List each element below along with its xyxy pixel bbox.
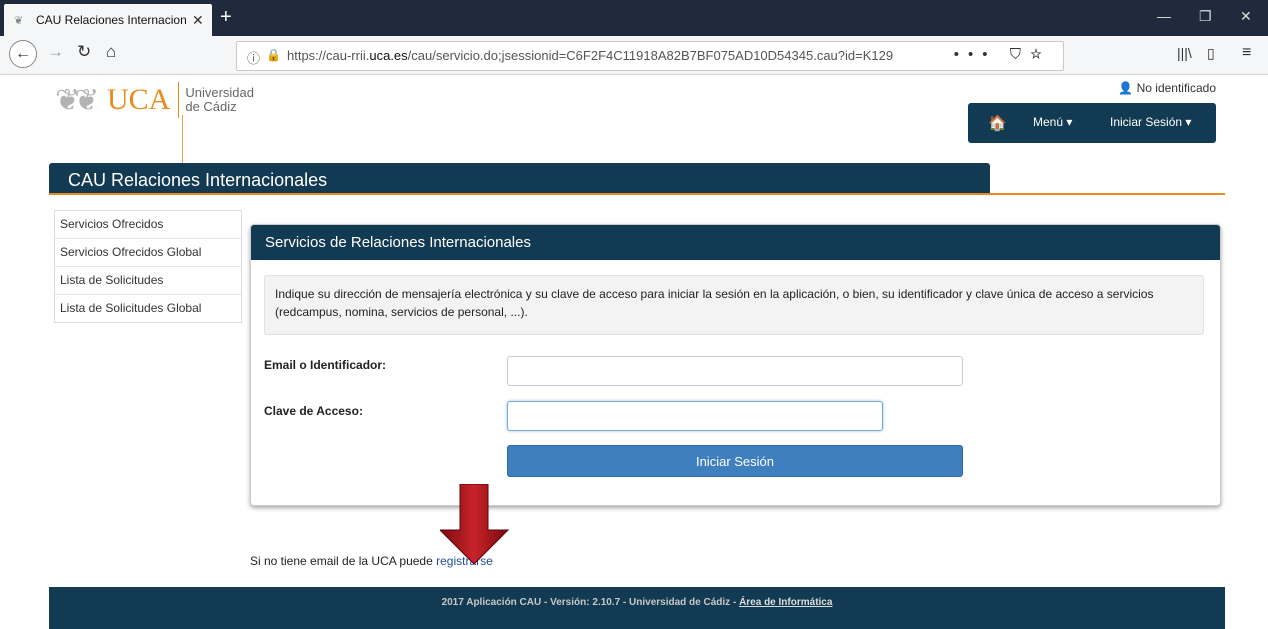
logo-separator	[178, 82, 180, 118]
restore-icon[interactable]: ❐	[1199, 8, 1212, 25]
sidebar-menu: Servicios Ofrecidos Servicios Ofrecidos …	[54, 210, 242, 323]
uca-emblem-icon: ❦❦	[55, 83, 99, 117]
library-icon[interactable]: |||\	[1177, 45, 1192, 61]
info-icon[interactable]: ⓘ	[247, 48, 260, 67]
sidebar-item-lista-solicitudes-global[interactable]: Lista de Solicitudes Global	[55, 295, 241, 322]
panel-title: Servicios de Relaciones Internacionales	[251, 225, 1220, 260]
logo-text: UCA	[107, 83, 171, 116]
home-nav-icon[interactable]: 🏠	[988, 114, 1007, 132]
user-icon: 👤	[1118, 81, 1134, 95]
back-icon[interactable]: ←	[9, 40, 37, 68]
uca-logo-icon: ❦	[14, 14, 24, 27]
email-field[interactable]	[507, 356, 963, 386]
menu-dropdown[interactable]: Menú ▾	[1033, 115, 1072, 129]
close-tab-icon[interactable]: ✕	[192, 12, 204, 29]
hamburger-menu-icon[interactable]: ≡	[1242, 44, 1251, 62]
browser-tab-bar: ❦ CAU Relaciones Internacionales ✕ + — ❐…	[0, 0, 1268, 36]
password-label: Clave de Acceso:	[264, 404, 363, 418]
bookmark-star-icon[interactable]: ☆	[1030, 46, 1051, 63]
login-dropdown[interactable]: Iniciar Sesión ▾	[1110, 115, 1191, 129]
url-bar[interactable]: ⓘ 🔒 https://cau-rrii.uca.es/cau/servicio…	[236, 41, 1064, 71]
banner-underline	[49, 193, 1225, 195]
email-label: Email o Identificador:	[264, 358, 387, 372]
sidebar-item-servicios-ofrecidos[interactable]: Servicios Ofrecidos	[55, 211, 241, 239]
close-window-icon[interactable]: ✕	[1240, 8, 1252, 25]
university-name: Universidad de Cádiz	[185, 85, 254, 114]
reload-icon[interactable]: ↻	[77, 42, 91, 62]
password-field[interactable]	[507, 401, 883, 431]
sidebar-item-servicios-ofrecidos-global[interactable]: Servicios Ofrecidos Global	[55, 239, 241, 267]
sidebar-item-lista-solicitudes[interactable]: Lista de Solicitudes	[55, 267, 241, 295]
user-status: 👤 No identificado	[1118, 81, 1216, 95]
top-nav: 🏠 Menú ▾ Iniciar Sesión ▾	[968, 103, 1216, 143]
red-arrow-icon	[440, 484, 510, 565]
page-banner-title: CAU Relaciones Internacionales	[49, 163, 990, 194]
more-actions-icon[interactable]: •••	[954, 46, 997, 63]
home-icon[interactable]: ⌂	[106, 42, 116, 62]
login-panel: Servicios de Relaciones Internacionales …	[250, 224, 1221, 506]
sidebar-toggle-icon[interactable]: ▯	[1207, 45, 1215, 62]
forward-icon[interactable]: →	[47, 42, 64, 62]
uca-logo[interactable]: ❦❦ UCA Universidad de Cádiz	[55, 82, 254, 118]
footer: 2017 Aplicación CAU - Versión: 2.10.7 - …	[49, 587, 1225, 629]
tab-title: CAU Relaciones Internacionales	[36, 13, 186, 27]
new-tab-icon[interactable]: +	[220, 6, 232, 29]
footer-informatica-link[interactable]: Área de Informática	[739, 597, 832, 608]
login-button[interactable]: Iniciar Sesión	[507, 445, 963, 477]
minimize-icon[interactable]: —	[1157, 8, 1171, 24]
decorative-divider	[182, 115, 183, 163]
browser-tab[interactable]: ❦ CAU Relaciones Internacionales ✕	[4, 4, 212, 36]
login-notice: Indique su dirección de mensajería elect…	[264, 275, 1204, 335]
lock-icon: 🔒	[266, 48, 281, 62]
browser-nav-bar: ← → ↻ ⌂ ⓘ 🔒 https://cau-rrii.uca.es/cau/…	[0, 36, 1268, 75]
url-text: https://cau-rrii.uca.es/cau/servicio.do;…	[287, 48, 894, 63]
pocket-icon[interactable]: ⛉	[1010, 46, 1030, 63]
